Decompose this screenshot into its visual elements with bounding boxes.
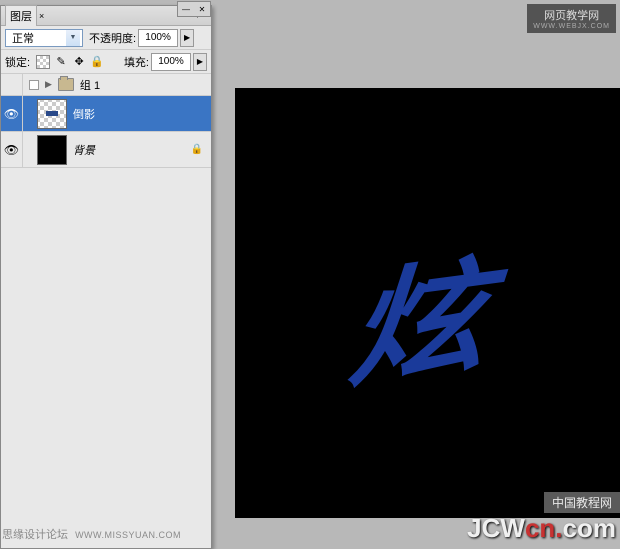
blend-mode-value: 正常 xyxy=(8,30,66,46)
opacity-flyout-button[interactable]: ▶ xyxy=(180,29,194,47)
lock-indicator-icon: 🔒 xyxy=(191,144,203,155)
visibility-toggle[interactable]: 👁 xyxy=(1,96,23,131)
lock-fill-row: 锁定: ✎ ✥ 🔒 填充: 100% ▶ xyxy=(1,50,211,74)
minimize-button[interactable]: — xyxy=(178,2,194,16)
folder-icon xyxy=(58,78,74,91)
watermark-title: 网页教学网 xyxy=(533,7,610,23)
blend-opacity-row: 正常 ▼ 不透明度: 100% ▶ xyxy=(1,26,211,50)
fill-label: 填充: xyxy=(124,54,149,70)
logo-part-c: com xyxy=(563,513,616,543)
lock-label: 锁定: xyxy=(5,54,30,70)
layer-list: ▶ 组 1 👁 倒影 👁 背景 🔒 xyxy=(1,74,211,168)
lock-icons: ✎ ✥ 🔒 xyxy=(36,55,104,69)
visibility-toggle[interactable]: 👁 xyxy=(1,132,23,167)
lock-brush-icon[interactable]: ✎ xyxy=(54,55,68,69)
watermark-bl-url: WWW.MISSYUAN.COM xyxy=(75,530,181,540)
close-button[interactable]: ✕ xyxy=(194,2,210,16)
tab-layers[interactable]: 图层 xyxy=(5,5,37,26)
lock-transparency-icon[interactable] xyxy=(36,55,50,69)
window-controls: — ✕ xyxy=(177,1,211,17)
layer-name: 背景 xyxy=(73,142,95,158)
lock-move-icon[interactable]: ✥ xyxy=(72,55,86,69)
layer-thumbnail xyxy=(37,99,67,129)
layer-row-reflection[interactable]: 👁 倒影 xyxy=(1,96,211,132)
group-checkbox[interactable] xyxy=(29,80,39,90)
logo-dot: . xyxy=(555,513,562,543)
visibility-toggle[interactable] xyxy=(1,74,23,95)
eye-icon: 👁 xyxy=(4,143,19,157)
watermark-badge: 中国教程网 xyxy=(544,492,620,513)
group-name: 组 1 xyxy=(80,77,100,93)
fill-flyout-button[interactable]: ▶ xyxy=(193,53,207,71)
tab-close-icon[interactable]: × xyxy=(39,11,44,21)
watermark-bottom-right: 中国教程网 JCWcn.com xyxy=(463,492,620,544)
logo-part-a: JCW xyxy=(467,513,525,543)
watermark-top-right: 网页教学网 WWW.WEBJX.COM xyxy=(527,4,616,33)
layer-group-row[interactable]: ▶ 组 1 xyxy=(1,74,211,96)
logo-part-b: cn xyxy=(525,513,555,543)
canvas-text: 炫 xyxy=(334,210,521,413)
watermark-bottom-left: 思缘设计论坛 WWW.MISSYUAN.COM xyxy=(2,526,181,542)
watermark-logo: JCWcn.com xyxy=(463,513,620,544)
opacity-field[interactable]: 100% xyxy=(138,29,178,47)
canvas-area: 炫 xyxy=(235,88,620,518)
layer-row-background[interactable]: 👁 背景 🔒 xyxy=(1,132,211,168)
layer-name: 倒影 xyxy=(73,106,95,122)
lock-all-icon[interactable]: 🔒 xyxy=(90,55,104,69)
expand-icon[interactable]: ▶ xyxy=(45,79,52,90)
watermark-bl-text: 思缘设计论坛 xyxy=(2,529,68,541)
opacity-label: 不透明度: xyxy=(89,30,136,46)
layers-panel: — ✕ 图层 × ▾≡ 正常 ▼ 不透明度: 100% ▶ 锁定: ✎ ✥ 🔒 … xyxy=(0,5,212,549)
blend-mode-dropdown[interactable]: 正常 ▼ xyxy=(5,29,83,47)
eye-icon: 👁 xyxy=(4,107,19,121)
watermark-url: WWW.WEBJX.COM xyxy=(533,23,610,30)
chevron-down-icon: ▼ xyxy=(66,30,80,46)
layer-thumbnail xyxy=(37,135,67,165)
fill-field[interactable]: 100% xyxy=(151,53,191,71)
